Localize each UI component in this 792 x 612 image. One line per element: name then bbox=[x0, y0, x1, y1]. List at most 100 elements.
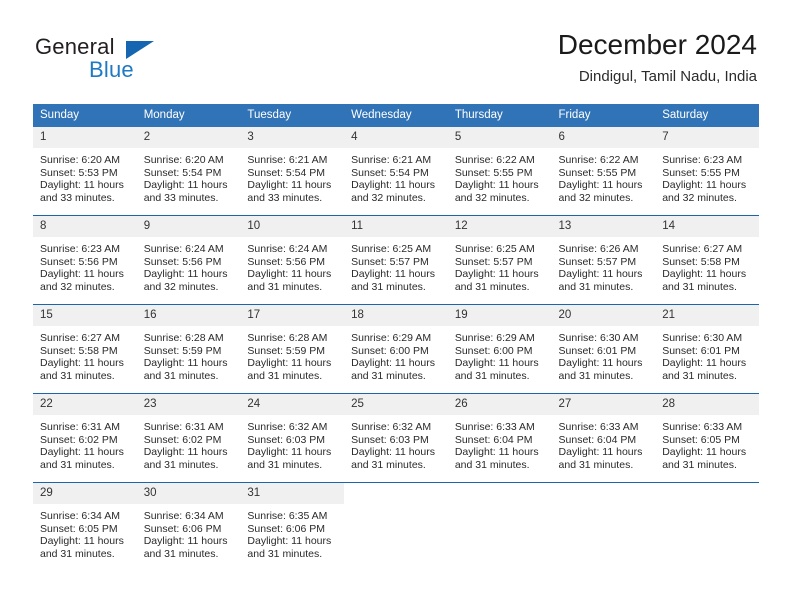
day-cell-inner: 19 Sunrise: 6:29 AM Sunset: 6:00 PM Dayligh… bbox=[447, 305, 552, 393]
sunrise-text: Sunrise: 6:20 AM bbox=[143, 154, 224, 166]
calendar-day-cell[interactable]: 8 Sunrise: 6:23 AM Sunset: 5:56 PM Daylight… bbox=[33, 215, 137, 305]
sunrise-text: Sunrise: 6:24 AM bbox=[247, 243, 328, 255]
sunset-text: Sunset: 5:55 PM bbox=[558, 166, 637, 179]
day-cell-inner: 4 Sunrise: 6:21 AM Sunset: 5:54 PM Daylight… bbox=[344, 127, 448, 215]
logo-text-blue: Blue bbox=[89, 57, 134, 82]
calendar-day-cell[interactable]: 9 Sunrise: 6:24 AM Sunset: 5:56 PM Daylight… bbox=[136, 215, 241, 305]
sunrise-text: Sunrise: 6:21 AM bbox=[351, 154, 432, 166]
calendar-day-cell[interactable]: 19 Sunrise: 6:29 AM Sunset: 6:00 PM Dayligh… bbox=[447, 304, 552, 394]
sunset-text: Sunset: 5:57 PM bbox=[454, 255, 533, 268]
calendar-day-cell[interactable]: 20 Sunrise: 6:30 AM Sunset: 6:01 PM Dayligh… bbox=[551, 304, 656, 394]
day-cell-inner: 24 Sunrise: 6:32 AM Sunset: 6:03 PM Dayligh… bbox=[240, 394, 345, 482]
daylight-text: Daylight: 11 hours and 31 minutes. bbox=[247, 535, 332, 560]
calendar-day-cell[interactable]: 23 Sunrise: 6:31 AM Sunset: 6:02 PM Dayligh… bbox=[136, 393, 241, 483]
calendar-day-cell[interactable]: 4 Sunrise: 6:21 AM Sunset: 5:54 PM Daylight… bbox=[344, 127, 448, 216]
day-number bbox=[344, 483, 448, 504]
day-cell-inner: 17 Sunrise: 6:28 AM Sunset: 5:59 PM Dayligh… bbox=[240, 305, 345, 393]
day-details: Sunrise: 6:24 AM Sunset: 5:56 PM Daylight:… bbox=[240, 237, 344, 293]
sunset-text: Sunset: 5:59 PM bbox=[247, 344, 326, 357]
calendar-day-cell[interactable]: 24 Sunrise: 6:32 AM Sunset: 6:03 PM Dayligh… bbox=[240, 393, 345, 483]
calendar-day-cell[interactable]: 12 Sunrise: 6:25 AM Sunset: 5:57 PM Dayligh… bbox=[447, 215, 552, 305]
calendar-body: 1 Sunrise: 6:20 AM Sunset: 5:53 PM Daylight… bbox=[33, 127, 759, 571]
daylight-text: Daylight: 11 hours and 31 minutes. bbox=[662, 357, 747, 382]
calendar-day-cell[interactable]: 21 Sunrise: 6:30 AM Sunset: 6:01 PM Dayligh… bbox=[655, 304, 759, 394]
calendar-day-cell[interactable]: 29 Sunrise: 6:34 AM Sunset: 6:05 PM Dayligh… bbox=[33, 482, 137, 571]
day-number: 7 bbox=[655, 127, 759, 148]
general-blue-logo[interactable]: General Blue bbox=[35, 34, 165, 84]
sunrise-text: Sunrise: 6:22 AM bbox=[454, 154, 535, 166]
day-number: 6 bbox=[551, 127, 656, 148]
day-number bbox=[552, 483, 656, 504]
day-cell-inner: 8 Sunrise: 6:23 AM Sunset: 5:56 PM Daylight… bbox=[33, 216, 137, 304]
day-details: Sunrise: 6:20 AM Sunset: 5:53 PM Daylight:… bbox=[33, 148, 137, 204]
day-number: 16 bbox=[136, 305, 241, 326]
day-cell-inner: 13 Sunrise: 6:26 AM Sunset: 5:57 PM Dayligh… bbox=[551, 216, 656, 304]
calendar-day-cell[interactable]: 22 Sunrise: 6:31 AM Sunset: 6:02 PM Dayligh… bbox=[33, 393, 137, 483]
calendar-day-cell[interactable]: 2 Sunrise: 6:20 AM Sunset: 5:54 PM Daylight… bbox=[136, 127, 241, 216]
day-cell-inner: 27 Sunrise: 6:33 AM Sunset: 6:04 PM Dayligh… bbox=[551, 394, 656, 482]
daylight-text: Daylight: 11 hours and 32 minutes. bbox=[143, 268, 228, 293]
day-details: Sunrise: 6:32 AM Sunset: 6:03 PM Daylight:… bbox=[344, 415, 448, 471]
sunset-text: Sunset: 5:54 PM bbox=[143, 166, 222, 179]
calendar-day-cell[interactable]: 11 Sunrise: 6:25 AM Sunset: 5:57 PM Dayligh… bbox=[344, 215, 448, 305]
day-number: 2 bbox=[136, 127, 241, 148]
calendar-day-cell[interactable]: 10 Sunrise: 6:24 AM Sunset: 5:56 PM Dayligh… bbox=[240, 215, 345, 305]
weekday-header-monday: Monday bbox=[136, 104, 241, 127]
weekday-header-sunday: Sunday bbox=[33, 104, 137, 127]
calendar-day-cell[interactable]: 28 Sunrise: 6:33 AM Sunset: 6:05 PM Dayligh… bbox=[655, 393, 759, 483]
sunset-text: Sunset: 5:57 PM bbox=[351, 255, 429, 268]
calendar-day-cell[interactable]: 5 Sunrise: 6:22 AM Sunset: 5:55 PM Daylight… bbox=[447, 127, 552, 216]
calendar-day-cell[interactable]: 16 Sunrise: 6:28 AM Sunset: 5:59 PM Dayligh… bbox=[136, 304, 241, 394]
sunset-text: Sunset: 6:04 PM bbox=[454, 433, 533, 446]
daylight-text: Daylight: 11 hours and 31 minutes. bbox=[40, 535, 124, 560]
daylight-text: Daylight: 11 hours and 31 minutes. bbox=[351, 357, 435, 382]
day-cell-inner: 12 Sunrise: 6:25 AM Sunset: 5:57 PM Dayligh… bbox=[447, 216, 552, 304]
calendar-day-cell-empty bbox=[447, 482, 552, 571]
day-details: Sunrise: 6:25 AM Sunset: 5:57 PM Daylight:… bbox=[448, 237, 552, 293]
day-number: 22 bbox=[33, 394, 137, 415]
sunset-text: Sunset: 6:03 PM bbox=[351, 433, 429, 446]
sunset-text: Sunset: 5:56 PM bbox=[247, 255, 326, 268]
day-number: 26 bbox=[447, 394, 552, 415]
sunrise-text: Sunrise: 6:27 AM bbox=[40, 332, 120, 344]
calendar-day-cell[interactable]: 13 Sunrise: 6:26 AM Sunset: 5:57 PM Dayligh… bbox=[551, 215, 656, 305]
day-cell-inner: 22 Sunrise: 6:31 AM Sunset: 6:02 PM Dayligh… bbox=[33, 394, 137, 482]
sunrise-text: Sunrise: 6:30 AM bbox=[558, 332, 639, 344]
daylight-text: Daylight: 11 hours and 31 minutes. bbox=[143, 446, 228, 471]
calendar-day-cell[interactable]: 26 Sunrise: 6:33 AM Sunset: 6:04 PM Dayligh… bbox=[447, 393, 552, 483]
day-cell-inner: 11 Sunrise: 6:25 AM Sunset: 5:57 PM Dayligh… bbox=[344, 216, 448, 304]
calendar-day-cell[interactable]: 18 Sunrise: 6:29 AM Sunset: 6:00 PM Dayligh… bbox=[344, 304, 448, 394]
calendar-day-cell[interactable]: 17 Sunrise: 6:28 AM Sunset: 5:59 PM Dayligh… bbox=[240, 304, 345, 394]
calendar-day-cell[interactable]: 3 Sunrise: 6:21 AM Sunset: 5:54 PM Daylight… bbox=[240, 127, 345, 216]
calendar-day-cell[interactable]: 14 Sunrise: 6:27 AM Sunset: 5:58 PM Dayligh… bbox=[655, 215, 759, 305]
day-details: Sunrise: 6:28 AM Sunset: 5:59 PM Daylight:… bbox=[240, 326, 344, 382]
sunset-text: Sunset: 6:01 PM bbox=[662, 344, 740, 357]
calendar-day-cell[interactable]: 31 Sunrise: 6:35 AM Sunset: 6:06 PM Dayligh… bbox=[240, 482, 345, 571]
daylight-text: Daylight: 11 hours and 32 minutes. bbox=[454, 179, 539, 204]
calendar-day-cell[interactable]: 30 Sunrise: 6:34 AM Sunset: 6:06 PM Dayligh… bbox=[136, 482, 241, 571]
day-cell-inner: 2 Sunrise: 6:20 AM Sunset: 5:54 PM Daylight… bbox=[136, 127, 241, 215]
day-cell-inner: 15 Sunrise: 6:27 AM Sunset: 5:58 PM Dayligh… bbox=[33, 305, 137, 393]
calendar-day-cell[interactable]: 1 Sunrise: 6:20 AM Sunset: 5:53 PM Daylight… bbox=[33, 127, 137, 216]
sunrise-text: Sunrise: 6:34 AM bbox=[143, 510, 224, 522]
day-details: Sunrise: 6:21 AM Sunset: 5:54 PM Daylight:… bbox=[240, 148, 344, 204]
calendar-day-cell[interactable]: 7 Sunrise: 6:23 AM Sunset: 5:55 PM Daylight… bbox=[655, 127, 759, 216]
sunset-text: Sunset: 6:02 PM bbox=[40, 433, 118, 446]
sunset-text: Sunset: 5:54 PM bbox=[351, 166, 429, 179]
daylight-text: Daylight: 11 hours and 32 minutes. bbox=[558, 179, 643, 204]
day-number: 4 bbox=[344, 127, 448, 148]
sunset-text: Sunset: 5:56 PM bbox=[143, 255, 222, 268]
sunrise-text: Sunrise: 6:23 AM bbox=[662, 154, 743, 166]
day-details: Sunrise: 6:22 AM Sunset: 5:55 PM Daylight:… bbox=[448, 148, 552, 204]
sunrise-text: Sunrise: 6:30 AM bbox=[662, 332, 743, 344]
sunset-text: Sunset: 6:01 PM bbox=[558, 344, 637, 357]
calendar-day-cell[interactable]: 6 Sunrise: 6:22 AM Sunset: 5:55 PM Daylight… bbox=[551, 127, 656, 216]
day-cell-inner: 26 Sunrise: 6:33 AM Sunset: 6:04 PM Dayligh… bbox=[447, 394, 552, 482]
day-cell-inner: 31 Sunrise: 6:35 AM Sunset: 6:06 PM Dayligh… bbox=[240, 483, 345, 571]
calendar-day-cell[interactable]: 25 Sunrise: 6:32 AM Sunset: 6:03 PM Dayligh… bbox=[344, 393, 448, 483]
weekday-header-tuesday: Tuesday bbox=[240, 104, 345, 127]
day-number: 14 bbox=[655, 216, 759, 237]
calendar-day-cell[interactable]: 15 Sunrise: 6:27 AM Sunset: 5:58 PM Dayligh… bbox=[33, 304, 137, 394]
daylight-text: Daylight: 11 hours and 31 minutes. bbox=[662, 268, 747, 293]
calendar-day-cell[interactable]: 27 Sunrise: 6:33 AM Sunset: 6:04 PM Dayligh… bbox=[551, 393, 656, 483]
